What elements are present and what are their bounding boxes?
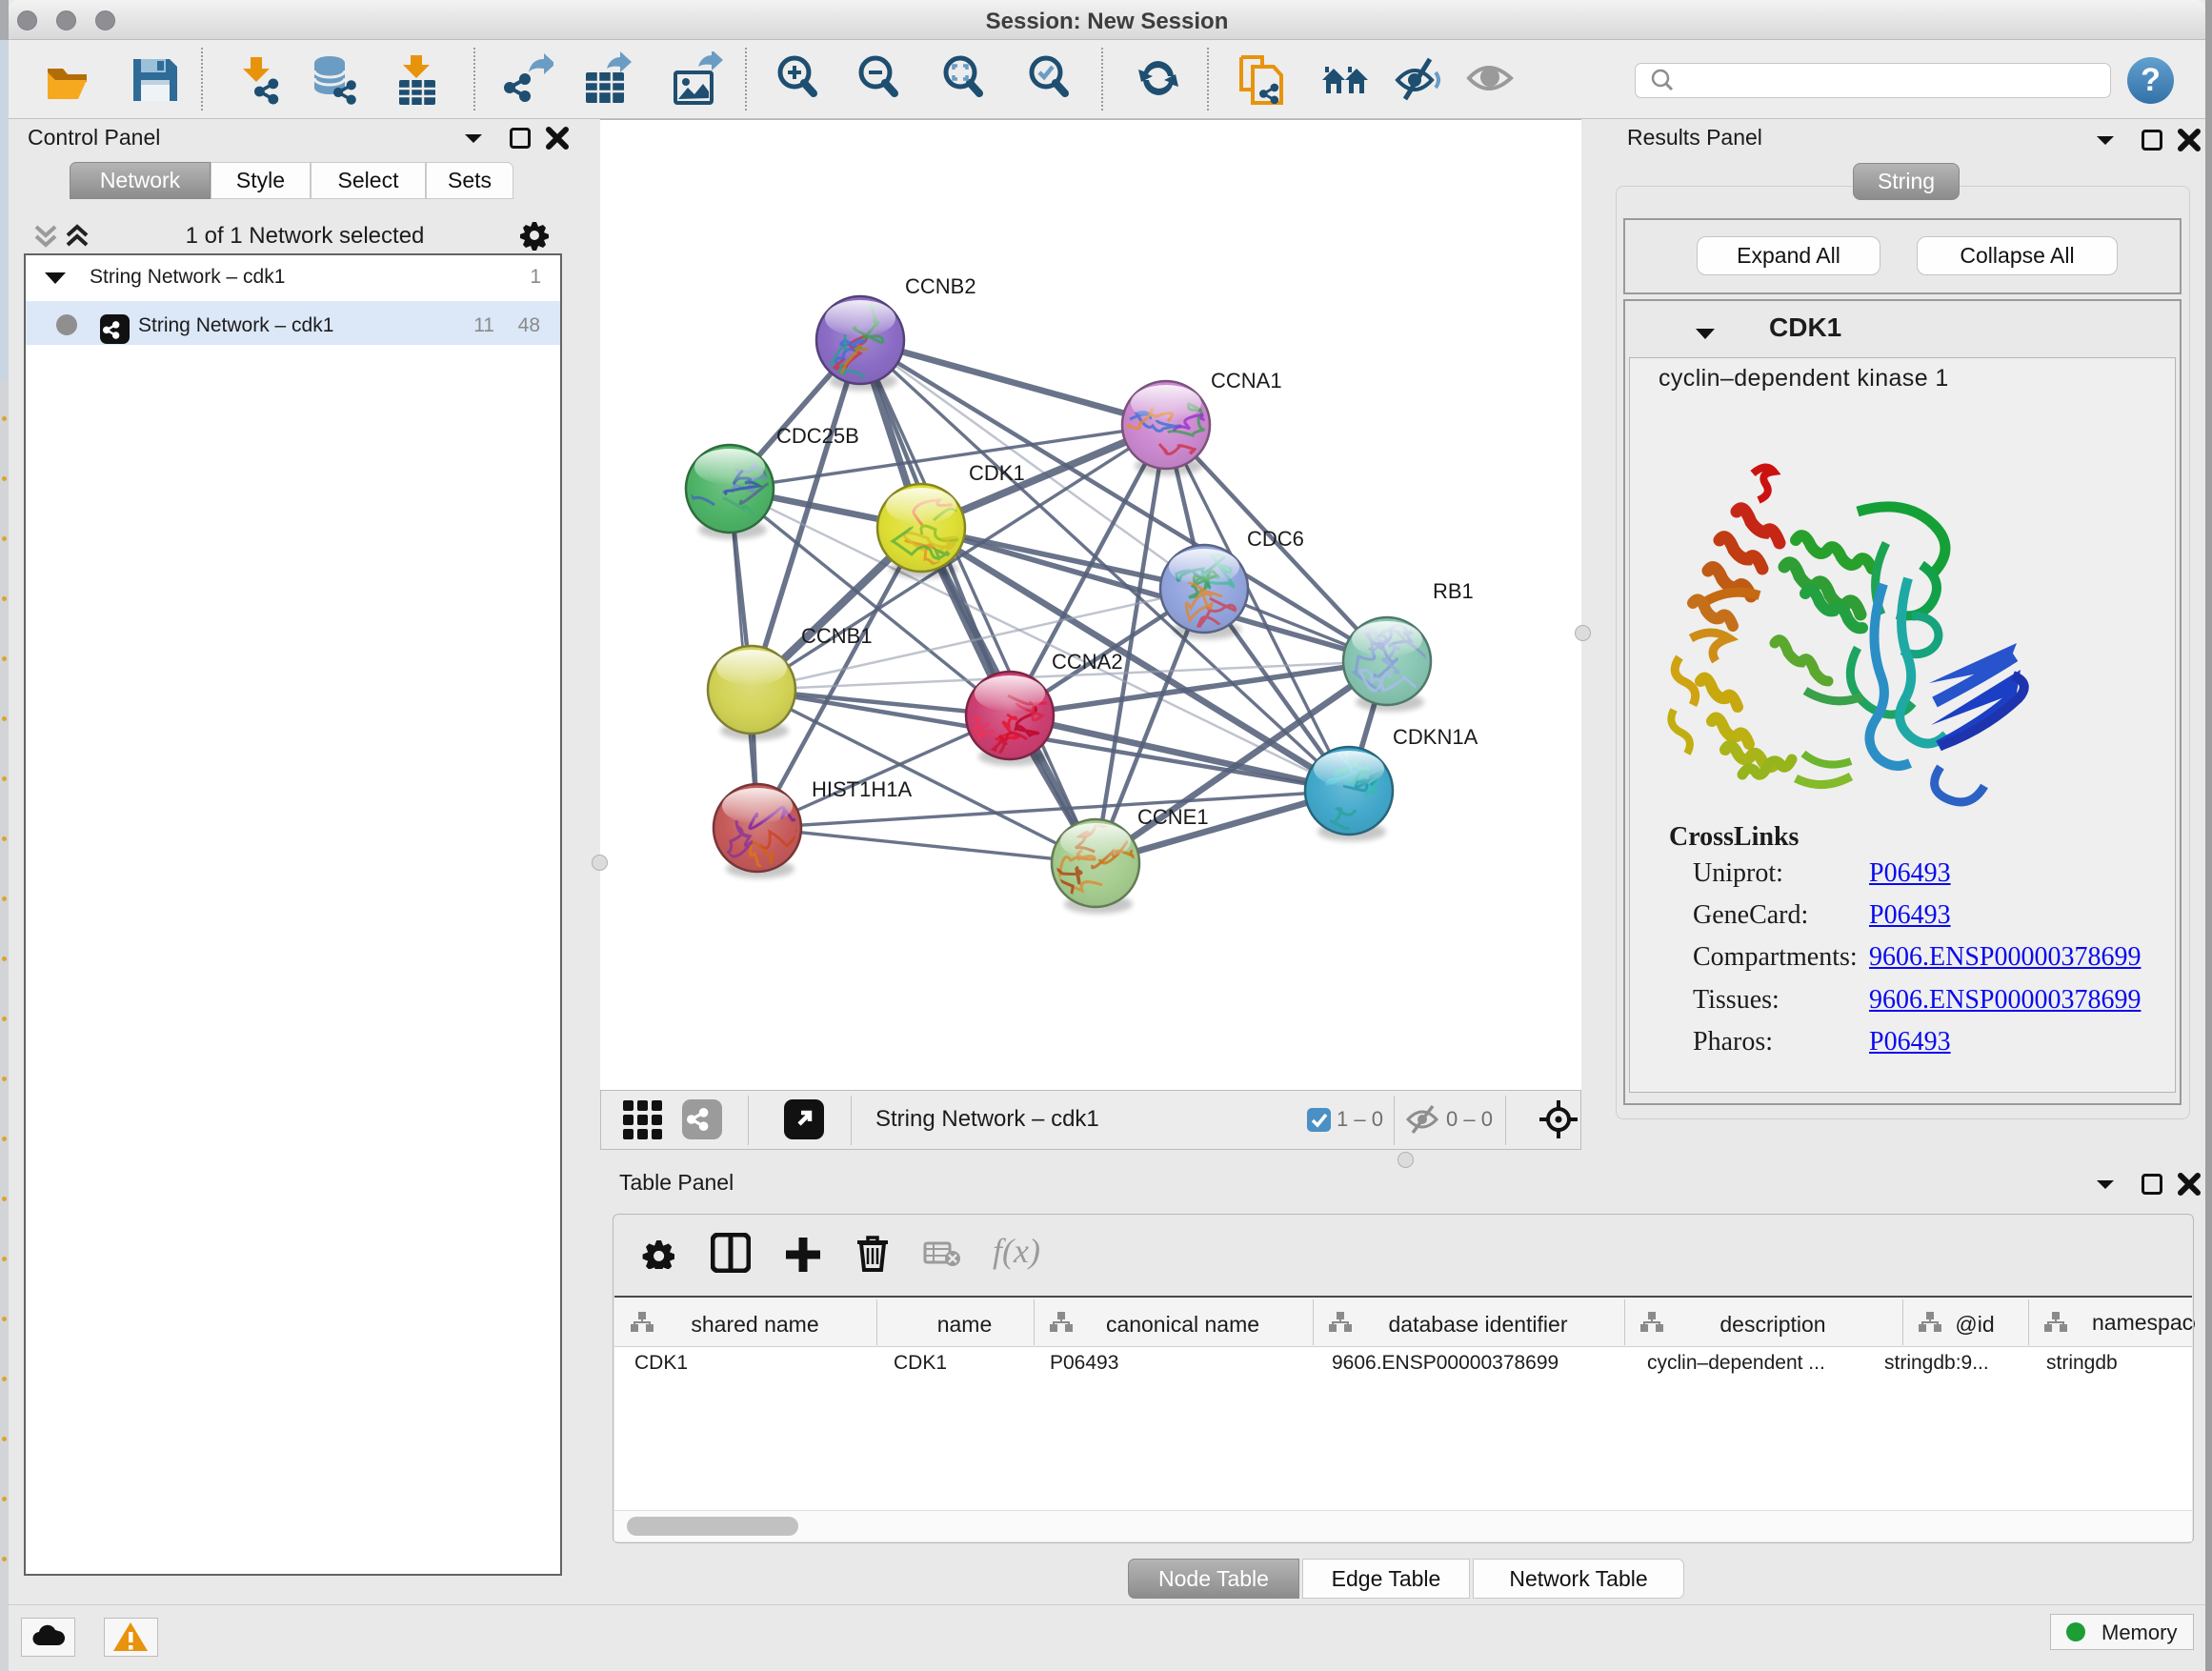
svg-text:RB1: RB1 bbox=[1433, 579, 1474, 603]
svg-text:CDC6: CDC6 bbox=[1247, 527, 1304, 551]
svg-text:CCNB1: CCNB1 bbox=[801, 624, 873, 648]
svg-text:CCNA1: CCNA1 bbox=[1211, 369, 1282, 393]
svg-text:HIST1H1A: HIST1H1A bbox=[812, 777, 912, 801]
svg-text:CDKN1A: CDKN1A bbox=[1393, 725, 1478, 749]
svg-text:CCNB2: CCNB2 bbox=[905, 274, 976, 298]
svg-text:CDK1: CDK1 bbox=[969, 461, 1025, 485]
svg-text:CDC25B: CDC25B bbox=[776, 424, 859, 448]
svg-text:CCNE1: CCNE1 bbox=[1137, 805, 1209, 829]
svg-text:CCNA2: CCNA2 bbox=[1052, 650, 1123, 674]
